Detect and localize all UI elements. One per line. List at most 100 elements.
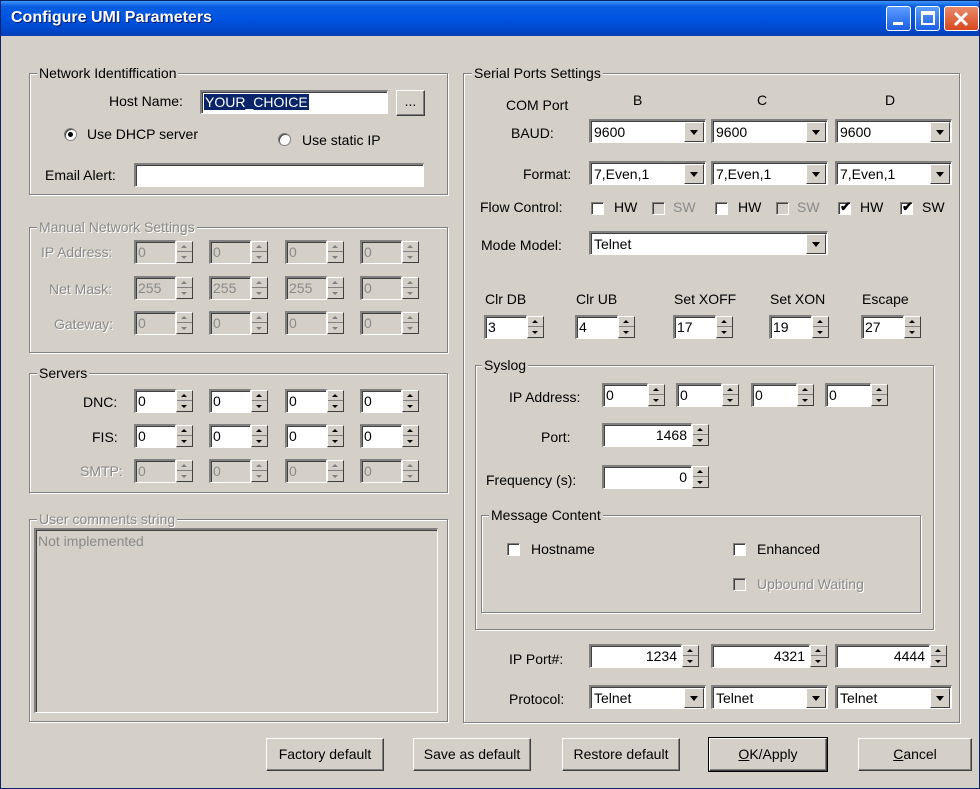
manual-mask-octet-2[interactable]: 255 <box>209 276 251 300</box>
set-xoff-input[interactable]: 17 <box>673 315 716 339</box>
manual-mask-octet-3-spinner[interactable] <box>327 277 344 299</box>
flow-sw-checkbox-d[interactable]: ✔ <box>900 199 913 215</box>
manual-mask-octet-3[interactable]: 255 <box>285 276 327 300</box>
baud-select-b[interactable]: 9600 <box>589 119 706 143</box>
fis-octet-2-spinner[interactable] <box>251 425 268 447</box>
syslog-port-input[interactable]: 1468 <box>602 423 692 447</box>
fis-octet-4[interactable]: 0 <box>360 424 402 448</box>
chevron-down-icon[interactable] <box>806 122 826 142</box>
syslog-frequency-input[interactable]: 0 <box>602 465 692 489</box>
format-select-c[interactable]: 7,Even,1 <box>711 161 828 185</box>
ok-apply-button[interactable]: OK/Apply <box>708 737 828 772</box>
manual-gateway-octet-4-spinner[interactable] <box>402 312 419 334</box>
hostname-checkbox[interactable] <box>507 543 520 556</box>
dnc-octet-1-spinner[interactable] <box>176 390 193 412</box>
fis-octet-4-spinner[interactable] <box>402 425 419 447</box>
manual-gateway-octet-2-spinner[interactable] <box>251 312 268 334</box>
manual-ip-octet-4-spinner[interactable] <box>402 241 419 263</box>
smtp-octet-4[interactable]: 0 <box>360 459 402 483</box>
manual-ip-octet-3-spinner[interactable] <box>327 241 344 263</box>
close-button[interactable] <box>944 6 979 31</box>
browse-host-button[interactable]: ... <box>396 90 425 116</box>
protocol-select-c[interactable]: Telnet <box>711 685 828 709</box>
fis-octet-3[interactable]: 0 <box>285 424 327 448</box>
manual-mask-octet-4-spinner[interactable] <box>402 277 419 299</box>
ip-port-spinner-d[interactable] <box>930 645 947 667</box>
ip-port-spinner-c[interactable] <box>810 645 827 667</box>
static-ip-radio[interactable] <box>278 133 291 146</box>
fis-octet-1-spinner[interactable] <box>176 425 193 447</box>
ip-port-spinner-b[interactable] <box>682 645 699 667</box>
enhanced-checkbox[interactable] <box>733 543 746 556</box>
minimize-button[interactable] <box>886 6 911 31</box>
dnc-octet-4[interactable]: 0 <box>360 389 402 413</box>
baud-select-d[interactable]: 9600 <box>835 119 952 143</box>
chevron-down-icon[interactable] <box>684 688 704 708</box>
escape-spinner[interactable] <box>904 316 921 338</box>
smtp-octet-3-spinner[interactable] <box>327 460 344 482</box>
cancel-button[interactable]: Cancel <box>858 738 972 771</box>
host-name-input[interactable]: YOUR_CHOICE <box>200 90 388 114</box>
manual-ip-octet-2-spinner[interactable] <box>251 241 268 263</box>
mode-model-select[interactable]: Telnet <box>589 231 828 255</box>
factory-default-button[interactable]: Factory default <box>266 738 384 771</box>
upbound-waiting-checkbox[interactable] <box>733 578 746 591</box>
smtp-octet-2-spinner[interactable] <box>251 460 268 482</box>
manual-mask-octet-2-spinner[interactable] <box>251 277 268 299</box>
manual-ip-octet-1[interactable]: 0 <box>134 240 176 264</box>
email-alert-input[interactable] <box>134 163 424 187</box>
format-select-b[interactable]: 7,Even,1 <box>589 161 706 185</box>
flow-sw-checkbox-c[interactable] <box>776 202 789 215</box>
syslog-ip-octet-4[interactable]: 0 <box>825 383 871 407</box>
title-bar[interactable]: Configure UMI Parameters <box>1 1 979 36</box>
flow-sw-checkbox-b[interactable] <box>652 202 665 215</box>
dnc-octet-2[interactable]: 0 <box>209 389 251 413</box>
manual-ip-octet-1-spinner[interactable] <box>176 241 193 263</box>
set-xoff-spinner[interactable] <box>716 316 733 338</box>
smtp-octet-4-spinner[interactable] <box>402 460 419 482</box>
manual-ip-octet-4[interactable]: 0 <box>360 240 402 264</box>
set-xon-input[interactable]: 19 <box>769 315 812 339</box>
dnc-octet-3-spinner[interactable] <box>327 390 344 412</box>
flow-hw-checkbox-d[interactable]: ✔ <box>838 199 851 215</box>
ip-port-input-c[interactable]: 4321 <box>711 644 810 668</box>
chevron-down-icon[interactable] <box>930 122 950 142</box>
syslog-ip-octet-2-spinner[interactable] <box>722 384 739 406</box>
dnc-octet-4-spinner[interactable] <box>402 390 419 412</box>
clr-db-spinner[interactable] <box>527 316 544 338</box>
chevron-down-icon[interactable] <box>684 122 704 142</box>
clr-db-input[interactable]: 3 <box>484 315 527 339</box>
syslog-ip-octet-3-spinner[interactable] <box>797 384 814 406</box>
chevron-down-icon[interactable] <box>806 234 826 254</box>
manual-mask-octet-1[interactable]: 255 <box>134 276 176 300</box>
dnc-octet-3[interactable]: 0 <box>285 389 327 413</box>
protocol-select-b[interactable]: Telnet <box>589 685 706 709</box>
chevron-down-icon[interactable] <box>806 164 826 184</box>
syslog-frequency-spinner[interactable] <box>692 466 709 488</box>
user-comments-textarea[interactable]: Not implemented <box>34 528 438 713</box>
restore-default-button[interactable]: Restore default <box>562 738 680 771</box>
smtp-octet-2[interactable]: 0 <box>209 459 251 483</box>
clr-ub-spinner[interactable] <box>618 316 635 338</box>
syslog-ip-octet-1-spinner[interactable] <box>648 384 665 406</box>
dhcp-radio[interactable] <box>64 128 77 141</box>
fis-octet-3-spinner[interactable] <box>327 425 344 447</box>
set-xon-spinner[interactable] <box>812 316 829 338</box>
save-as-default-button[interactable]: Save as default <box>413 738 531 771</box>
manual-gateway-octet-4[interactable]: 0 <box>360 311 402 335</box>
syslog-ip-octet-3[interactable]: 0 <box>751 383 797 407</box>
manual-gateway-octet-1[interactable]: 0 <box>134 311 176 335</box>
format-select-d[interactable]: 7,Even,1 <box>835 161 952 185</box>
flow-hw-checkbox-b[interactable] <box>591 202 604 215</box>
manual-gateway-octet-2[interactable]: 0 <box>209 311 251 335</box>
manual-ip-octet-3[interactable]: 0 <box>285 240 327 264</box>
syslog-ip-octet-4-spinner[interactable] <box>871 384 888 406</box>
manual-gateway-octet-3-spinner[interactable] <box>327 312 344 334</box>
ip-port-input-d[interactable]: 4444 <box>835 644 930 668</box>
chevron-down-icon[interactable] <box>930 688 950 708</box>
fis-octet-2[interactable]: 0 <box>209 424 251 448</box>
manual-gateway-octet-1-spinner[interactable] <box>176 312 193 334</box>
smtp-octet-1-spinner[interactable] <box>176 460 193 482</box>
syslog-port-spinner[interactable] <box>692 424 709 446</box>
maximize-button[interactable] <box>915 6 940 31</box>
